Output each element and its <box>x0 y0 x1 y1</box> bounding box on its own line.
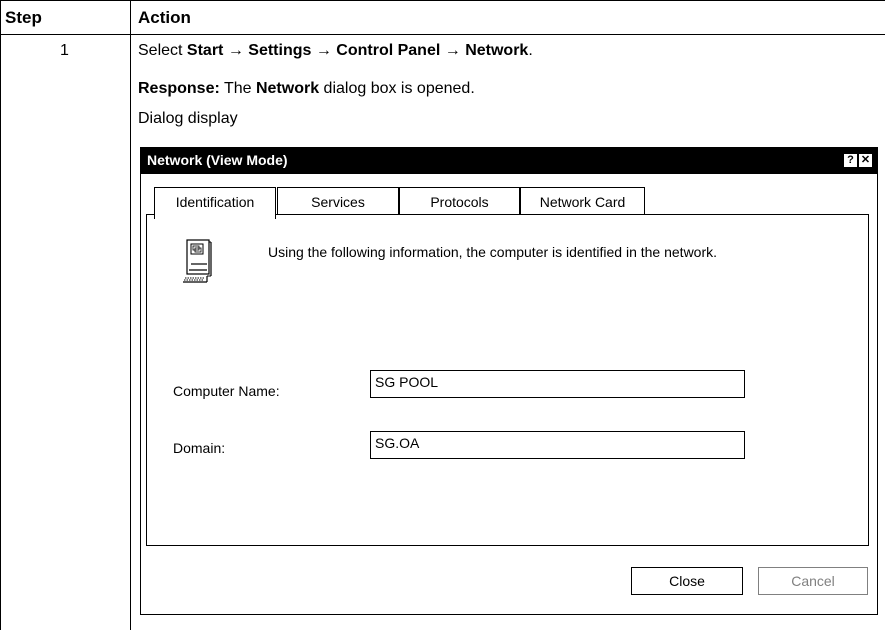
dialog-title-bar: Network (View Mode) ? ✕ <box>141 148 877 174</box>
step-number: 1 <box>60 42 69 59</box>
arrow-1: → <box>223 42 249 59</box>
table-header-divider <box>0 34 885 35</box>
close-button-label: Close <box>669 573 705 589</box>
dialog-title: Network (View Mode) <box>147 152 288 168</box>
response-pre: The <box>219 80 256 97</box>
arrow-3: → <box>440 42 466 59</box>
response-text: Response: The Network dialog box is open… <box>138 80 475 98</box>
table-column-divider <box>130 0 131 630</box>
tab-services-label: Services <box>311 194 365 210</box>
tab-protocols[interactable]: Protocols <box>399 187 520 215</box>
instruction-period: . <box>528 42 533 59</box>
arrow-2: → <box>311 42 337 59</box>
table-left-border <box>0 0 1 630</box>
computer-name-field[interactable]: SG POOL <box>370 370 745 398</box>
dialog-display-label: Dialog display <box>138 110 238 127</box>
domain-label: Domain: <box>173 440 226 456</box>
menu-settings: Settings <box>248 42 312 59</box>
close-button[interactable]: Close <box>631 567 743 595</box>
response-network: Network <box>255 80 320 97</box>
tab-identification-label: Identification <box>175 194 255 210</box>
tab-protocols-label: Protocols <box>430 194 489 210</box>
cancel-button[interactable]: Cancel <box>758 567 868 595</box>
response-post: dialog box is opened. <box>319 80 475 97</box>
help-button[interactable]: ? <box>844 154 857 167</box>
menu-control-panel: Control Panel <box>336 42 441 59</box>
computer-name-label: Computer Name: <box>173 383 280 399</box>
instruction-select: Select <box>138 42 187 59</box>
step-column-header: Step <box>5 8 42 27</box>
table-top-border <box>0 0 885 1</box>
computer-icon <box>183 239 212 283</box>
action-column-header: Action <box>138 8 191 27</box>
tab-services[interactable]: Services <box>277 187 399 215</box>
response-label: Response: <box>138 80 220 97</box>
instruction-text: Select Start → Settings → Control Panel … <box>138 42 533 60</box>
domain-field[interactable]: SG.OA <box>370 431 745 459</box>
info-text: Using the following information, the com… <box>268 244 718 260</box>
tab-network-card[interactable]: Network Card <box>520 187 645 215</box>
menu-network: Network <box>465 42 529 59</box>
close-icon[interactable]: ✕ <box>859 154 872 167</box>
active-tab-gap <box>155 214 275 216</box>
tab-network-card-label: Network Card <box>539 194 626 210</box>
menu-start: Start <box>186 42 224 59</box>
network-dialog: Network (View Mode) ? ✕ Identification S… <box>140 147 878 615</box>
cancel-button-label: Cancel <box>791 573 835 589</box>
